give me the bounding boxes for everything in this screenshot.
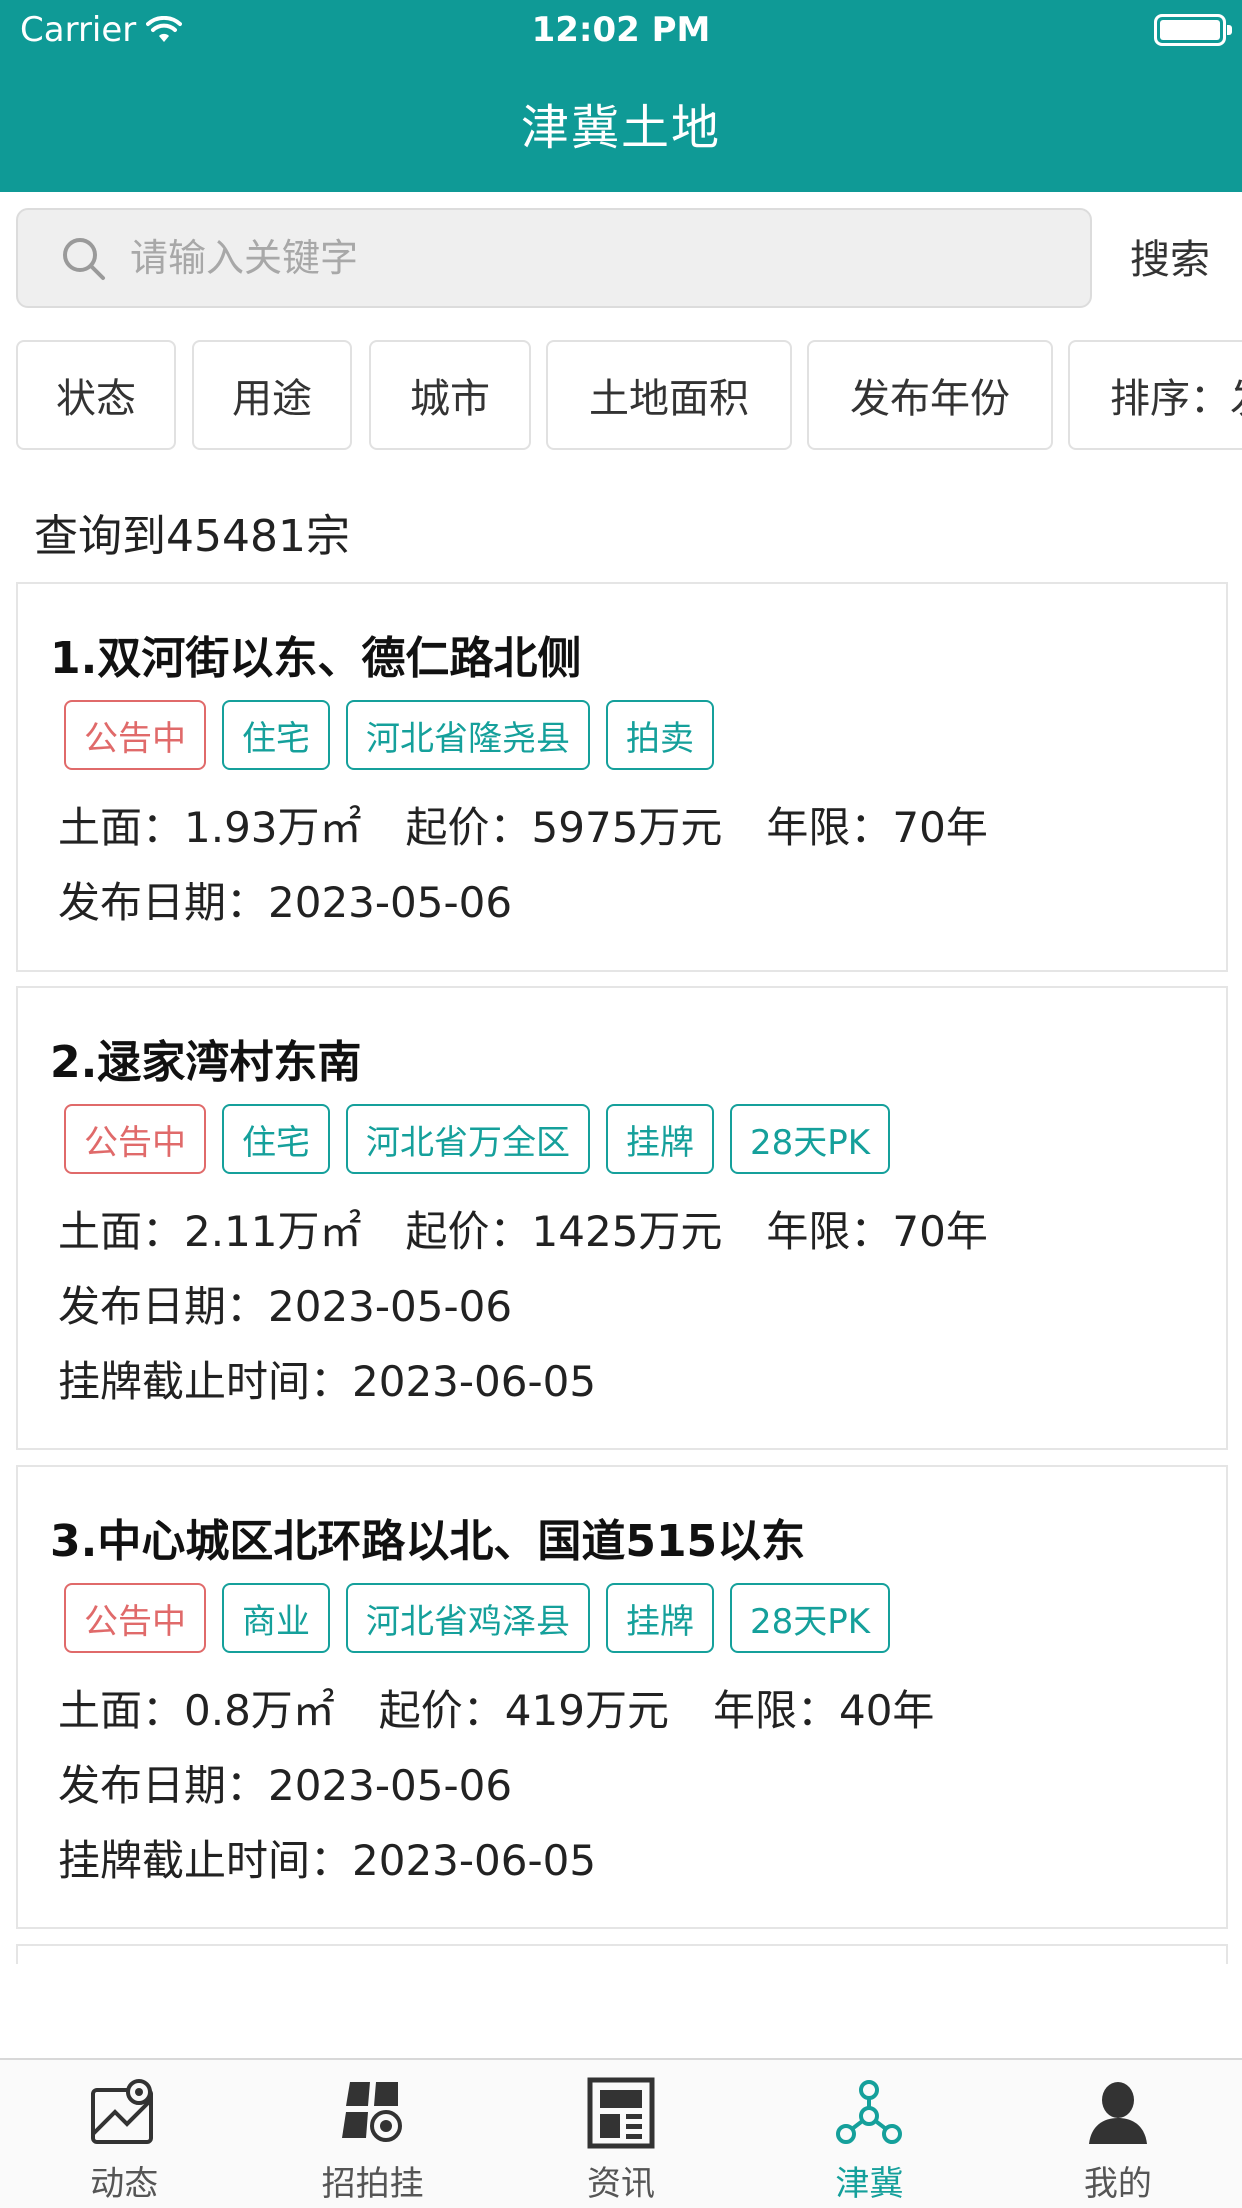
method-tag: 挂牌 xyxy=(606,1583,714,1653)
usage-tag: 商业 xyxy=(222,1583,330,1653)
filter-usage[interactable]: 用途 xyxy=(192,340,352,450)
result-count: 查询到45481宗 xyxy=(34,511,350,562)
listing-start-price: 起价：419万元 xyxy=(378,1686,669,1735)
listing-term: 年限：70年 xyxy=(766,803,988,852)
location-tag: 河北省隆尧县 xyxy=(346,700,590,770)
status-bar: Carrier 12:02 PM xyxy=(0,0,1242,62)
battery-icon xyxy=(1154,14,1232,46)
tab-label: 招拍挂 xyxy=(321,2164,424,2204)
news-icon xyxy=(587,2077,655,2149)
tab-jinji[interactable]: 津冀 xyxy=(745,2060,993,2208)
listing-info-line: 土面：1.93万㎡ 起价：5975万元 年限：70年 xyxy=(58,794,1032,855)
battery-fill xyxy=(1160,20,1220,40)
filter-status[interactable]: 状态 xyxy=(16,340,176,450)
tab-news[interactable]: 资讯 xyxy=(497,2060,745,2208)
search-icon xyxy=(63,238,105,280)
listing-card-partial xyxy=(16,1944,1228,1964)
listing-title: 3.中心城区北环路以北、国道515以东 xyxy=(50,1516,806,1567)
status-time: 12:02 PM xyxy=(531,10,711,50)
listing-deadline: 挂牌截止时间：2023-06-05 xyxy=(58,1357,597,1406)
filter-bar: 状态 用途 城市 土地面积 发布年份 排序：发 xyxy=(0,338,1242,454)
pk-tag: 28天PK xyxy=(730,1104,891,1174)
search-row: 搜索 xyxy=(0,192,1242,322)
screen: Carrier 12:02 PM 津冀土地 搜索 状态 xyxy=(0,0,1242,2208)
search-button[interactable]: 搜索 xyxy=(1110,232,1230,288)
tab-label: 资讯 xyxy=(587,2164,656,2204)
search-input[interactable] xyxy=(128,235,1090,281)
listing-info-line: 土面：0.8万㎡ 起价：419万元 年限：40年 xyxy=(58,1677,978,1738)
listing-publish-date: 发布日期：2023-05-06 xyxy=(58,1282,513,1331)
filter-sort[interactable]: 排序：发 xyxy=(1068,340,1242,450)
tab-label: 动态 xyxy=(90,2164,159,2204)
listing-card[interactable]: 1.双河街以东、德仁路北侧 公告中 住宅 河北省隆尧县 拍卖 土面：1.93万㎡… xyxy=(16,582,1228,972)
filter-land-area[interactable]: 土地面积 xyxy=(546,340,792,450)
listing-area: 土面：2.11万㎡ xyxy=(58,1207,362,1256)
listing-term: 年限：70年 xyxy=(766,1207,988,1256)
tab-label: 我的 xyxy=(1083,2164,1152,2204)
listing-term: 年限：40年 xyxy=(712,1686,935,1735)
page-title: 津冀土地 xyxy=(520,100,721,156)
method-tag: 拍卖 xyxy=(606,700,714,770)
listing-tags: 公告中 商业 河北省鸡泽县 挂牌 28天PK xyxy=(64,1583,891,1653)
map-icon xyxy=(91,2079,154,2144)
status-tag: 公告中 xyxy=(64,700,206,770)
listing-title: 1.双河街以东、德仁路北侧 xyxy=(50,633,582,684)
listing-deadline: 挂牌截止时间：2023-06-05 xyxy=(58,1836,597,1885)
listing-area: 土面：1.93万㎡ xyxy=(58,803,362,852)
listing-title: 2.逯家湾村东南 xyxy=(50,1037,362,1088)
listing-card[interactable]: 3.中心城区北环路以北、国道515以东 公告中 商业 河北省鸡泽县 挂牌 28天… xyxy=(16,1465,1228,1929)
tab-bar: 动态 招拍挂 资讯 津冀 我的 xyxy=(0,2058,1242,2208)
auction-icon xyxy=(341,2082,402,2142)
listing-publish-date: 发布日期：2023-05-06 xyxy=(58,878,513,927)
listing-start-price: 起价：5975万元 xyxy=(405,803,723,852)
status-tag: 公告中 xyxy=(64,1104,206,1174)
usage-tag: 住宅 xyxy=(222,700,330,770)
listing-info-line: 土面：2.11万㎡ 起价：1425万元 年限：70年 xyxy=(58,1198,1032,1259)
method-tag: 挂牌 xyxy=(606,1104,714,1174)
user-icon xyxy=(1088,2082,1147,2144)
search-box[interactable] xyxy=(16,208,1092,308)
status-tag: 公告中 xyxy=(64,1583,206,1653)
tab-mine[interactable]: 我的 xyxy=(994,2060,1242,2208)
listing-publish-date: 发布日期：2023-05-06 xyxy=(58,1761,513,1810)
app-header: Carrier 12:02 PM 津冀土地 xyxy=(0,0,1242,192)
listing-tags: 公告中 住宅 河北省隆尧县 拍卖 xyxy=(64,700,714,770)
pk-tag: 28天PK xyxy=(730,1583,891,1653)
listing-tags: 公告中 住宅 河北省万全区 挂牌 28天PK xyxy=(64,1104,891,1174)
tab-auction[interactable]: 招拍挂 xyxy=(248,2060,496,2208)
location-tag: 河北省鸡泽县 xyxy=(346,1583,590,1653)
filter-city[interactable]: 城市 xyxy=(369,340,531,450)
tab-dynamic[interactable]: 动态 xyxy=(0,2060,248,2208)
listing-start-price: 起价：1425万元 xyxy=(405,1207,723,1256)
network-icon xyxy=(836,2080,903,2144)
listing-area: 土面：0.8万㎡ xyxy=(58,1686,335,1735)
filter-publish-year[interactable]: 发布年份 xyxy=(807,340,1053,450)
usage-tag: 住宅 xyxy=(222,1104,330,1174)
listing-card[interactable]: 2.逯家湾村东南 公告中 住宅 河北省万全区 挂牌 28天PK 土面：2.11万… xyxy=(16,986,1228,1450)
tab-label: 津冀 xyxy=(835,2164,904,2204)
location-tag: 河北省万全区 xyxy=(346,1104,590,1174)
